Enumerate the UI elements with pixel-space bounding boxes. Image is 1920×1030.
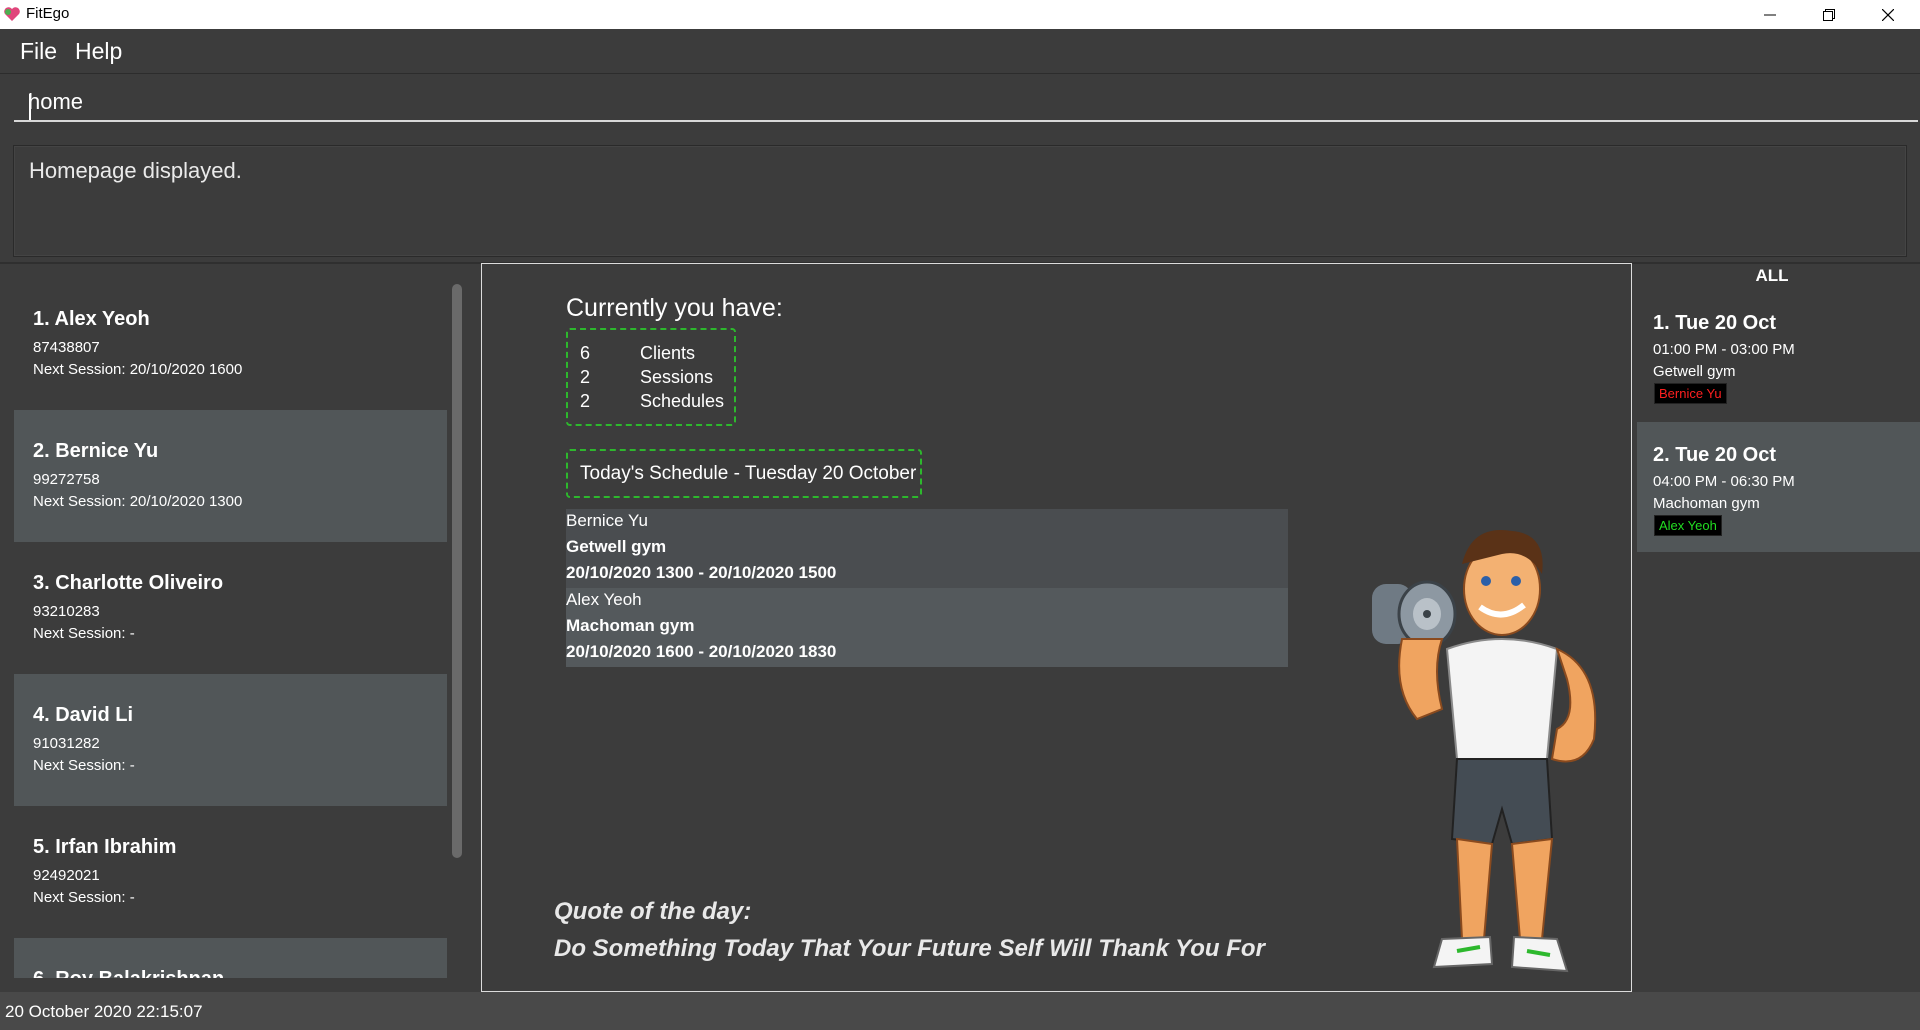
client-name: 5. Irfan Ibrahim [33,836,177,858]
schedule-card[interactable]: 1. Tue 20 Oct 01:00 PM - 03:00 PM Getwel… [1637,290,1920,420]
summary-box: 6 Clients 2 Sessions 2 Schedules [566,328,736,426]
menu-file[interactable]: File [20,38,57,65]
client-phone: 93210283 [33,603,100,620]
schedule-time: 01:00 PM - 03:00 PM [1653,341,1795,358]
schedule-time: 04:00 PM - 06:30 PM [1653,473,1795,490]
schedule-client-tag: Bernice Yu [1654,383,1727,404]
summary-title: Currently you have: [566,294,783,322]
client-phone: 91031282 [33,735,100,752]
client-card[interactable]: 5. Irfan Ibrahim 92492021 Next Session: … [14,806,447,938]
restore-button[interactable] [1800,0,1858,29]
homepage-panel: Currently you have: 6 Clients 2 Sessions… [481,263,1632,992]
client-card[interactable]: 4. David Li 91031282 Next Session: - [14,674,447,806]
menu-help[interactable]: Help [75,38,122,65]
close-icon [1882,8,1894,21]
today-schedule-list: Bernice Yu Getwell gym 20/10/2020 1300 -… [566,509,1288,667]
summary-count: 6 [580,343,591,363]
status-datetime: 20 October 2020 22:15:07 [5,1002,203,1021]
today-gym: Getwell gym [566,537,667,556]
today-schedule-item[interactable]: Bernice Yu Getwell gym 20/10/2020 1300 -… [566,509,1288,588]
today-gym: Machoman gym [566,616,695,635]
client-name: 3. Charlotte Oliveiro [33,572,224,594]
client-next-session: Next Session: - [33,889,135,906]
schedule-client-tag: Alex Yeoh [1654,515,1722,536]
client-name: 2. Bernice Yu [33,440,159,462]
today-time: 20/10/2020 1300 - 20/10/2020 1500 [566,563,837,582]
today-time: 20/10/2020 1600 - 20/10/2020 1830 [566,642,837,661]
client-card[interactable]: 2. Bernice Yu 99272758 Next Session: 20/… [14,410,447,542]
schedule-title: 1. Tue 20 Oct [1653,312,1777,334]
client-card[interactable]: 1. Alex Yeoh 87438807 Next Session: 20/1… [14,278,447,410]
client-next-session: Next Session: 20/10/2020 1300 [33,493,243,510]
quote-text: Do Something Today That Your Future Self… [554,935,1265,962]
client-name: 4. David Li [33,704,134,726]
client-name: 6. Roy Balakrishnan [33,968,224,978]
command-box [0,73,1920,134]
restore-icon [1823,8,1835,21]
today-client: Alex Yeoh [566,590,642,609]
bodybuilder-mascot-image [1372,529,1597,973]
schedule-title: 2. Tue 20 Oct [1653,444,1777,466]
client-phone: 87438807 [33,339,100,356]
text-caret [29,94,31,120]
window-title: FitEgo [26,5,70,22]
client-list[interactable]: 1. Alex Yeoh 87438807 Next Session: 20/1… [14,278,447,978]
summary-label: Schedules [640,391,725,411]
client-card[interactable]: 3. Charlotte Oliveiro 93210283 Next Sess… [14,542,447,674]
schedule-gym: Machoman gym [1653,495,1760,512]
today-client: Bernice Yu [566,511,648,530]
schedule-filter-header: ALL [1755,266,1789,285]
schedule-gym: Getwell gym [1653,363,1736,380]
summary-label: Clients [640,343,696,363]
today-schedule-header: Today's Schedule - Tuesday 20 October [566,449,922,498]
today-schedule-item[interactable]: Alex Yeoh Machoman gym 20/10/2020 1600 -… [566,588,1288,667]
schedule-card[interactable]: 2. Tue 20 Oct 04:00 PM - 06:30 PM Machom… [1637,422,1920,552]
client-phone: 92492021 [33,867,100,884]
window-titlebar: FitEgo [0,0,1920,29]
client-next-session: Next Session: - [33,625,135,642]
client-phone: 99272758 [33,471,100,488]
status-bar: 20 October 2020 22:15:07 [0,992,1920,1030]
client-next-session: Next Session: - [33,757,135,774]
today-schedule-title: Today's Schedule - Tuesday 20 October [580,463,917,484]
summary-count: 2 [580,367,591,387]
minimize-button[interactable] [1741,0,1799,29]
client-name: 1. Alex Yeoh [33,308,150,330]
result-display: Homepage displayed. [13,145,1907,257]
summary-count: 2 [580,391,591,411]
client-next-session: Next Session: 20/10/2020 1600 [33,361,243,378]
summary-label: Sessions [640,367,714,387]
quote-label: Quote of the day: [554,898,752,925]
client-list-scrollbar[interactable] [452,284,462,858]
close-button[interactable] [1859,0,1917,29]
minimize-icon [1764,14,1776,15]
client-card[interactable]: 6. Roy Balakrishnan [14,938,447,978]
menu-bar: File Help [0,29,1920,73]
result-text: Homepage displayed. [29,158,242,183]
fitego-logo-icon [4,7,20,21]
command-input[interactable] [14,84,1918,122]
